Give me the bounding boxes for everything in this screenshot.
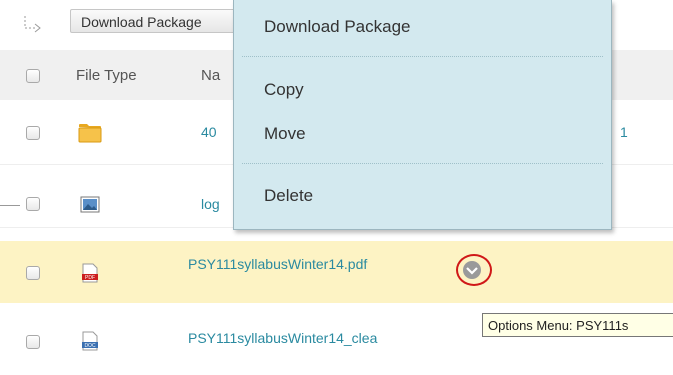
- svg-text:DOC: DOC: [84, 343, 96, 349]
- hierarchy-arrow-icon: [24, 16, 41, 33]
- file-name-link-tail: 1: [620, 124, 628, 140]
- file-name-link[interactable]: 40: [201, 124, 217, 140]
- options-menu-button[interactable]: [456, 254, 492, 286]
- download-package-button[interactable]: Download Package: [70, 9, 240, 33]
- select-all-checkbox[interactable]: [26, 69, 40, 83]
- file-name-link[interactable]: PSY111syllabusWinter14_clea: [188, 330, 377, 346]
- menu-item-move[interactable]: Move: [264, 124, 306, 144]
- file-type-header[interactable]: File Type: [76, 67, 137, 84]
- file-name-link[interactable]: log: [201, 196, 220, 212]
- connector-line: [0, 205, 20, 206]
- name-header[interactable]: Na: [201, 67, 220, 84]
- row-checkbox[interactable]: [26, 335, 40, 349]
- chevron-down-icon: [463, 261, 481, 279]
- pdf-file-icon: PDF: [82, 263, 98, 283]
- menu-separator: [242, 163, 603, 164]
- row-checkbox[interactable]: [26, 266, 40, 280]
- menu-separator: [242, 56, 603, 57]
- svg-text:PDF: PDF: [85, 275, 95, 281]
- menu-item-download-package[interactable]: Download Package: [264, 17, 410, 37]
- menu-item-delete[interactable]: Delete: [264, 186, 313, 206]
- context-menu: Download Package Copy Move Delete: [233, 0, 612, 230]
- options-menu-tooltip: Options Menu: PSY111s: [482, 313, 673, 337]
- menu-item-copy[interactable]: Copy: [264, 80, 304, 100]
- table-row-selected: PDF PSY111syllabusWinter14.pdf: [0, 241, 673, 303]
- folder-icon: [78, 124, 102, 143]
- row-checkbox[interactable]: [26, 126, 40, 140]
- row-checkbox[interactable]: [26, 197, 40, 211]
- file-name-link[interactable]: PSY111syllabusWinter14.pdf: [188, 256, 367, 272]
- image-file-icon: [80, 196, 100, 213]
- doc-file-icon: DOC: [82, 331, 98, 351]
